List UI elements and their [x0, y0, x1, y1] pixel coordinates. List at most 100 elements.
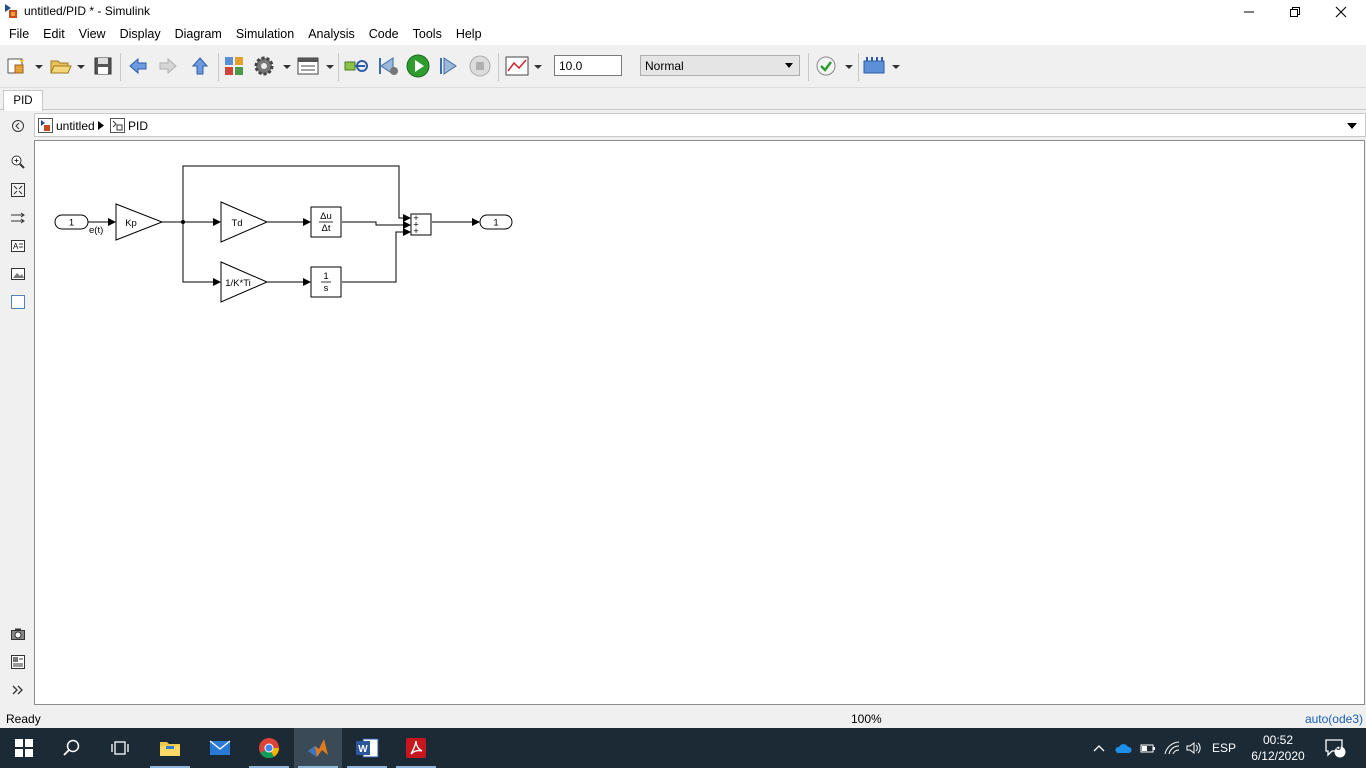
matlab-button[interactable] [294, 728, 342, 768]
image-button[interactable] [9, 265, 27, 283]
model-icon [38, 118, 53, 133]
scope-icon [505, 56, 542, 76]
cloud-icon [1115, 744, 1132, 753]
open-button[interactable] [48, 54, 88, 78]
acrobat-button[interactable] [392, 728, 440, 768]
gain-td-block[interactable]: Td [220, 201, 269, 243]
screenshot-button[interactable] [9, 625, 27, 643]
acrobat-icon [406, 738, 426, 758]
menu-file[interactable]: File [2, 23, 36, 45]
inport-block[interactable]: 1 [54, 214, 89, 230]
up-arrow-icon [191, 57, 209, 75]
update-diagram-button[interactable] [342, 54, 370, 78]
new-model-button[interactable] [6, 54, 44, 78]
menu-display[interactable]: Display [113, 23, 168, 45]
show-signals-button[interactable] [9, 209, 27, 227]
derivative-block[interactable]: Δu Δt [310, 206, 342, 238]
model-settings-button[interactable] [252, 54, 292, 78]
close-icon [1335, 6, 1347, 17]
model-canvas[interactable]: 1 e(t) Kp Td 1/K*Ti Δu Δt 1 s + + + 1 [34, 140, 1365, 705]
minimize-button[interactable] [1226, 0, 1272, 23]
library-browser-button[interactable] [222, 54, 246, 78]
chrome-button[interactable] [245, 728, 293, 768]
close-button[interactable] [1318, 0, 1364, 23]
derivative-numerator: Δu [320, 211, 332, 222]
area-button[interactable] [9, 293, 27, 311]
signal-integrator-out[interactable] [342, 228, 411, 283]
mail-button[interactable] [196, 728, 244, 768]
task-view-button[interactable] [96, 728, 144, 768]
step-back-button[interactable] [374, 54, 402, 78]
menu-analysis[interactable]: Analysis [301, 23, 362, 45]
model-advisor-button[interactable] [814, 54, 854, 78]
menu-view[interactable]: View [72, 23, 113, 45]
restore-button[interactable] [1272, 0, 1318, 23]
outport-label: 1 [493, 218, 498, 229]
language-indicator[interactable]: ESP [1208, 728, 1240, 768]
annotation-button[interactable]: A [9, 237, 27, 255]
gain-kp-block[interactable]: Kp [115, 203, 164, 241]
restore-icon [1290, 6, 1300, 17]
menu-edit[interactable]: Edit [36, 23, 72, 45]
menu-code[interactable]: Code [362, 23, 406, 45]
search-button[interactable] [48, 728, 96, 768]
battery-button[interactable] [1138, 728, 1158, 768]
notification-count: 5 [1336, 742, 1342, 752]
back-button[interactable] [126, 54, 150, 78]
expand-palette-button[interactable] [9, 681, 27, 699]
signal-derivative-out[interactable] [342, 221, 411, 229]
breadcrumb-root[interactable]: untitled [38, 118, 95, 133]
integrator-block[interactable]: 1 s [310, 266, 342, 298]
file-explorer-button[interactable] [146, 728, 194, 768]
tray-expand-button[interactable] [1090, 728, 1108, 768]
simulation-mode-select[interactable]: Normal [640, 55, 800, 76]
start-button[interactable] [0, 728, 48, 768]
gain-ti-block[interactable]: 1/K*Ti [220, 261, 269, 303]
menu-simulation[interactable]: Simulation [229, 23, 301, 45]
notifications-button[interactable]: 5 [1320, 728, 1350, 768]
menu-diagram[interactable]: Diagram [168, 23, 229, 45]
outport-block[interactable]: 1 [479, 214, 513, 230]
network-button[interactable] [1162, 728, 1182, 768]
property-inspector-button[interactable] [9, 653, 27, 671]
word-button[interactable]: W [343, 728, 391, 768]
scope-button[interactable] [504, 54, 544, 78]
taskbar: W ESP 00:52 6/12/2020 5 [0, 728, 1366, 768]
save-button[interactable] [92, 54, 114, 78]
build-model-button[interactable] [862, 54, 902, 78]
forward-button[interactable] [156, 54, 180, 78]
zoom-button[interactable] [9, 153, 27, 171]
stop-time-input[interactable]: 10.0 [554, 55, 622, 76]
clock[interactable]: 00:52 6/12/2020 [1240, 732, 1316, 764]
onedrive-button[interactable] [1112, 728, 1134, 768]
simulation-mode-value: Normal [645, 59, 684, 73]
step-back-icon [379, 57, 398, 75]
title-bar: untitled/PID * - Simulink [0, 0, 1366, 23]
breadcrumb-child[interactable]: PID [110, 118, 148, 133]
run-button[interactable] [404, 54, 432, 78]
branch-point [181, 220, 185, 224]
step-forward-button[interactable] [434, 54, 462, 78]
tab-strip: PID [0, 88, 1366, 111]
hide-explorer-button[interactable] [9, 117, 27, 135]
stop-button[interactable] [466, 54, 494, 78]
signal-to-ti[interactable] [182, 222, 221, 286]
tab-pid[interactable]: PID [3, 90, 43, 111]
fit-to-view-button[interactable] [9, 181, 27, 199]
menu-help[interactable]: Help [449, 23, 489, 45]
model-explorer-button[interactable] [296, 54, 336, 78]
svg-text:W: W [358, 744, 368, 755]
status-text: Ready [6, 712, 41, 726]
signal-proportional[interactable] [182, 165, 411, 222]
gain-ti-label: 1/K*Ti [225, 278, 251, 289]
up-to-parent-button[interactable] [188, 54, 212, 78]
volume-button[interactable] [1184, 728, 1204, 768]
sum-block[interactable]: + + + [410, 213, 432, 237]
chevron-down-icon[interactable] [1347, 123, 1357, 129]
menu-tools[interactable]: Tools [406, 23, 449, 45]
solver-link[interactable]: auto(ode3) [1305, 712, 1363, 726]
integrator-denominator: s [324, 283, 329, 294]
minimize-icon [1244, 11, 1254, 12]
simulink-app-icon [5, 4, 17, 18]
check-icon [816, 56, 853, 76]
